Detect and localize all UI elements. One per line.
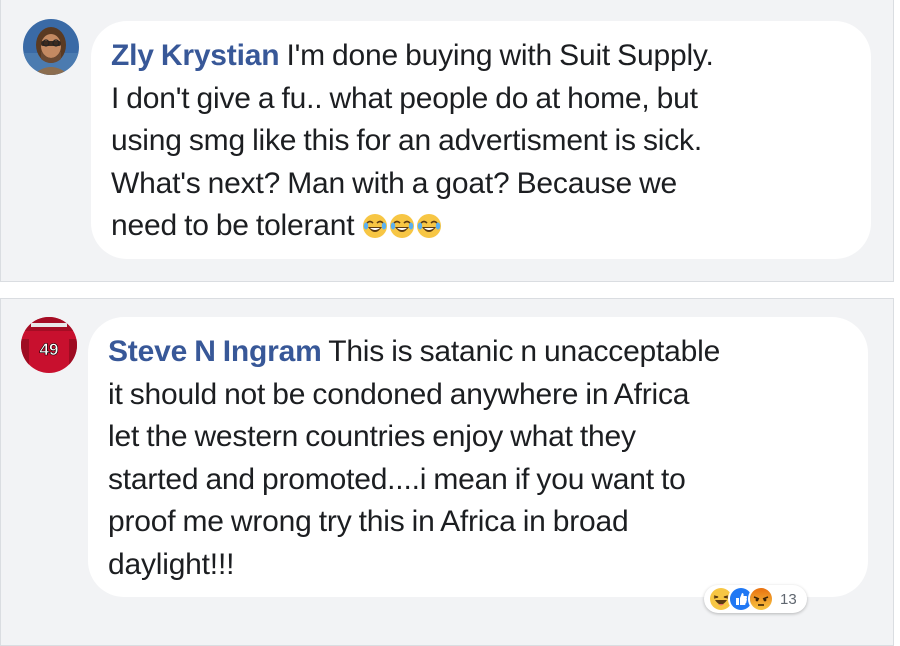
profile-photo-icon <box>23 19 79 75</box>
author-name-link[interactable]: Steve N Ingram <box>108 335 322 368</box>
reaction-count: 13 <box>780 590 797 608</box>
avatar[interactable] <box>23 19 79 75</box>
jersey-number: 49 <box>40 340 59 359</box>
comment-line: using smg like this for an advertisment … <box>111 124 702 157</box>
comment-line: I don't give a fu.. what people do at ho… <box>111 81 698 115</box>
comment-text: Steve N Ingram This is satanic n unaccep… <box>108 331 844 586</box>
comment-text: Zly Krystian I'm done buying with Suit S… <box>111 35 847 248</box>
avatar[interactable]: 49 <box>21 317 77 373</box>
comment-line: What's next? Man with a goat? Because we <box>111 166 678 200</box>
comment-line: daylight!!! <box>108 547 235 581</box>
reactions-summary[interactable]: 13 <box>704 585 807 613</box>
tears-of-joy-icon <box>389 209 415 238</box>
angry-reaction-icon <box>748 586 774 612</box>
tears-of-joy-icon <box>416 209 442 238</box>
jersey-profile-icon: 49 <box>21 317 77 373</box>
comment-line: This is satanic n unacceptable <box>321 335 721 368</box>
comment-bubble: Steve N Ingram This is satanic n unaccep… <box>88 317 868 597</box>
comment-card: 49 Steve N Ingram This is satanic n unac… <box>0 298 894 646</box>
tears-of-joy-icon <box>362 209 388 238</box>
comment-line: it should not be condoned anywhere in Af… <box>108 377 690 411</box>
comment-line: started and promoted....i mean if you wa… <box>108 462 686 496</box>
comment-card: Zly Krystian I'm done buying with Suit S… <box>0 0 894 282</box>
comment-line: need to be tolerant <box>111 209 362 242</box>
author-name-link[interactable]: Zly Krystian <box>111 39 280 72</box>
comment-line: let the western countries enjoy what the… <box>108 420 636 453</box>
comment-bubble: Zly Krystian I'm done buying with Suit S… <box>91 21 871 259</box>
comment-line: I'm done buying with Suit Supply. <box>279 39 714 72</box>
comment-line: proof me wrong try this in Africa in bro… <box>108 505 629 538</box>
